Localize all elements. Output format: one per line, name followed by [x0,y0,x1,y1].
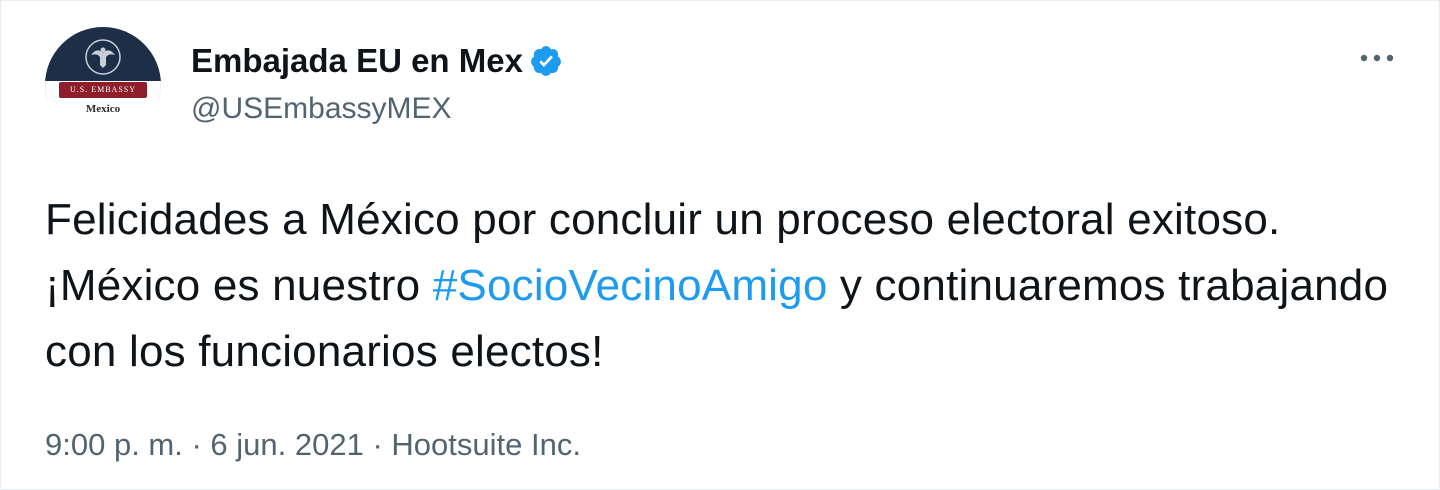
more-dots-icon [1360,54,1394,62]
meta-separator-2: · [363,427,392,462]
account-handle[interactable]: @USEmbassyMEX [191,91,563,127]
avatar-banner: U.S. EMBASSY [59,82,147,98]
hashtag-link[interactable]: #SocioVecinoAmigo [433,261,828,310]
avatar-city-label: Mexico [85,103,121,115]
name-row: Embajada EU en Mex [191,41,563,81]
tweet-date[interactable]: 6 jun. 2021 [210,427,363,462]
tweet-header: U.S. EMBASSY Mexico Embajada EU en Mex @… [45,27,563,143]
tweet-meta: 9:00 p. m. · 6 jun. 2021 · Hootsuite Inc… [45,425,581,465]
tweet-source[interactable]: Hootsuite Inc. [391,427,581,462]
more-options-button[interactable] [1357,43,1397,73]
eagle-seal-icon [85,39,121,75]
tweet-time[interactable]: 9:00 p. m. [45,427,183,462]
display-name[interactable]: Embajada EU en Mex [191,41,523,81]
tweet-text: Felicidades a México por concluir un pro… [45,187,1415,385]
tweet-card: U.S. EMBASSY Mexico Embajada EU en Mex @… [0,0,1440,490]
verified-badge-icon [531,46,561,76]
meta-separator: · [182,427,211,462]
account-names: Embajada EU en Mex @USEmbassyMEX [191,41,563,127]
avatar[interactable]: U.S. EMBASSY Mexico [45,27,161,143]
